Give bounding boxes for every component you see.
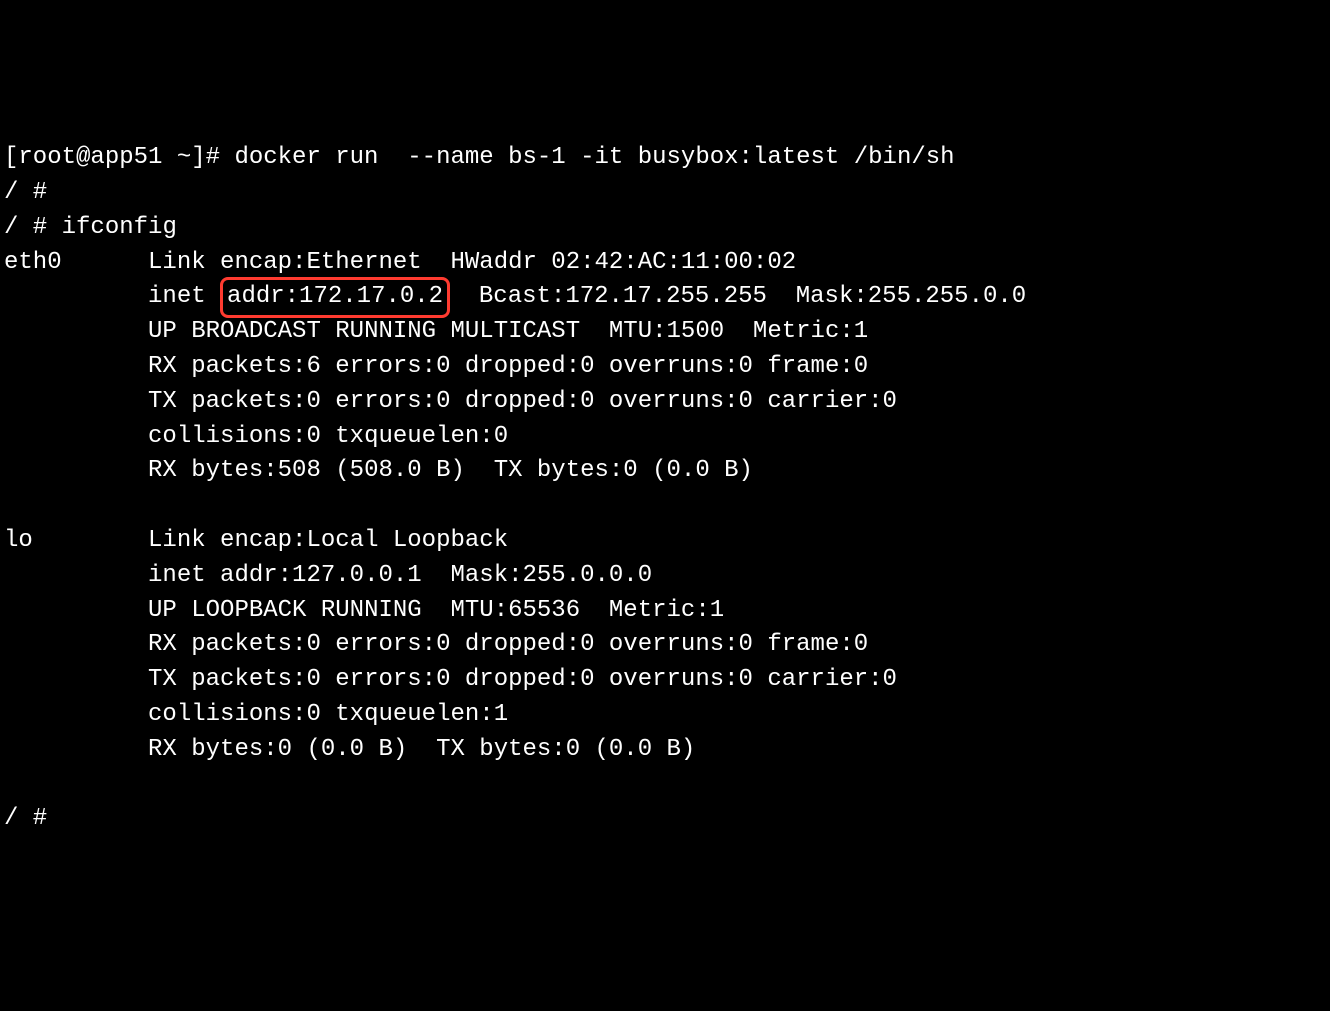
lo-rx-packets: RX packets:0 errors:0 dropped:0 overruns… — [148, 631, 868, 658]
eth0-inet-prefix: inet — [148, 283, 220, 310]
shell-prompt: / # — [4, 805, 47, 832]
ifconfig-command: ifconfig — [62, 214, 177, 241]
terminal-output[interactable]: [root@app51 ~]# docker run --name bs-1 -… — [4, 141, 1326, 837]
lo-bytes: RX bytes:0 (0.0 B) TX bytes:0 (0.0 B) — [148, 736, 695, 763]
shell-prompt: / # — [4, 179, 47, 206]
eth0-rx-packets: RX packets:6 errors:0 dropped:0 overruns… — [148, 353, 868, 380]
eth0-collisions: collisions:0 txqueuelen:0 — [148, 423, 508, 450]
lo-collisions: collisions:0 txqueuelen:1 — [148, 701, 508, 728]
eth0-tx-packets: TX packets:0 errors:0 dropped:0 overruns… — [148, 388, 897, 415]
interface-eth0-name: eth0 — [4, 249, 62, 276]
shell-prompt: / # — [4, 214, 47, 241]
lo-inet: inet addr:127.0.0.1 Mask:255.0.0.0 — [148, 562, 652, 589]
eth0-bcast-mask: Bcast:172.17.255.255 Mask:255.255.0.0 — [450, 283, 1026, 310]
shell-prompt-host: [root@app51 ~]# — [4, 144, 234, 171]
eth0-bytes: RX bytes:508 (508.0 B) TX bytes:0 (0.0 B… — [148, 457, 753, 484]
lo-link: Link encap:Local Loopback — [148, 527, 508, 554]
eth0-link: Link encap:Ethernet HWaddr 02:42:AC:11:0… — [148, 249, 796, 276]
eth0-addr-highlight: addr:172.17.0.2 — [220, 277, 450, 318]
interface-lo-name: lo — [4, 527, 33, 554]
lo-tx-packets: TX packets:0 errors:0 dropped:0 overruns… — [148, 666, 897, 693]
eth0-flags: UP BROADCAST RUNNING MULTICAST MTU:1500 … — [148, 318, 868, 345]
lo-flags: UP LOOPBACK RUNNING MTU:65536 Metric:1 — [148, 597, 724, 624]
docker-command: docker run --name bs-1 -it busybox:lates… — [234, 144, 954, 171]
